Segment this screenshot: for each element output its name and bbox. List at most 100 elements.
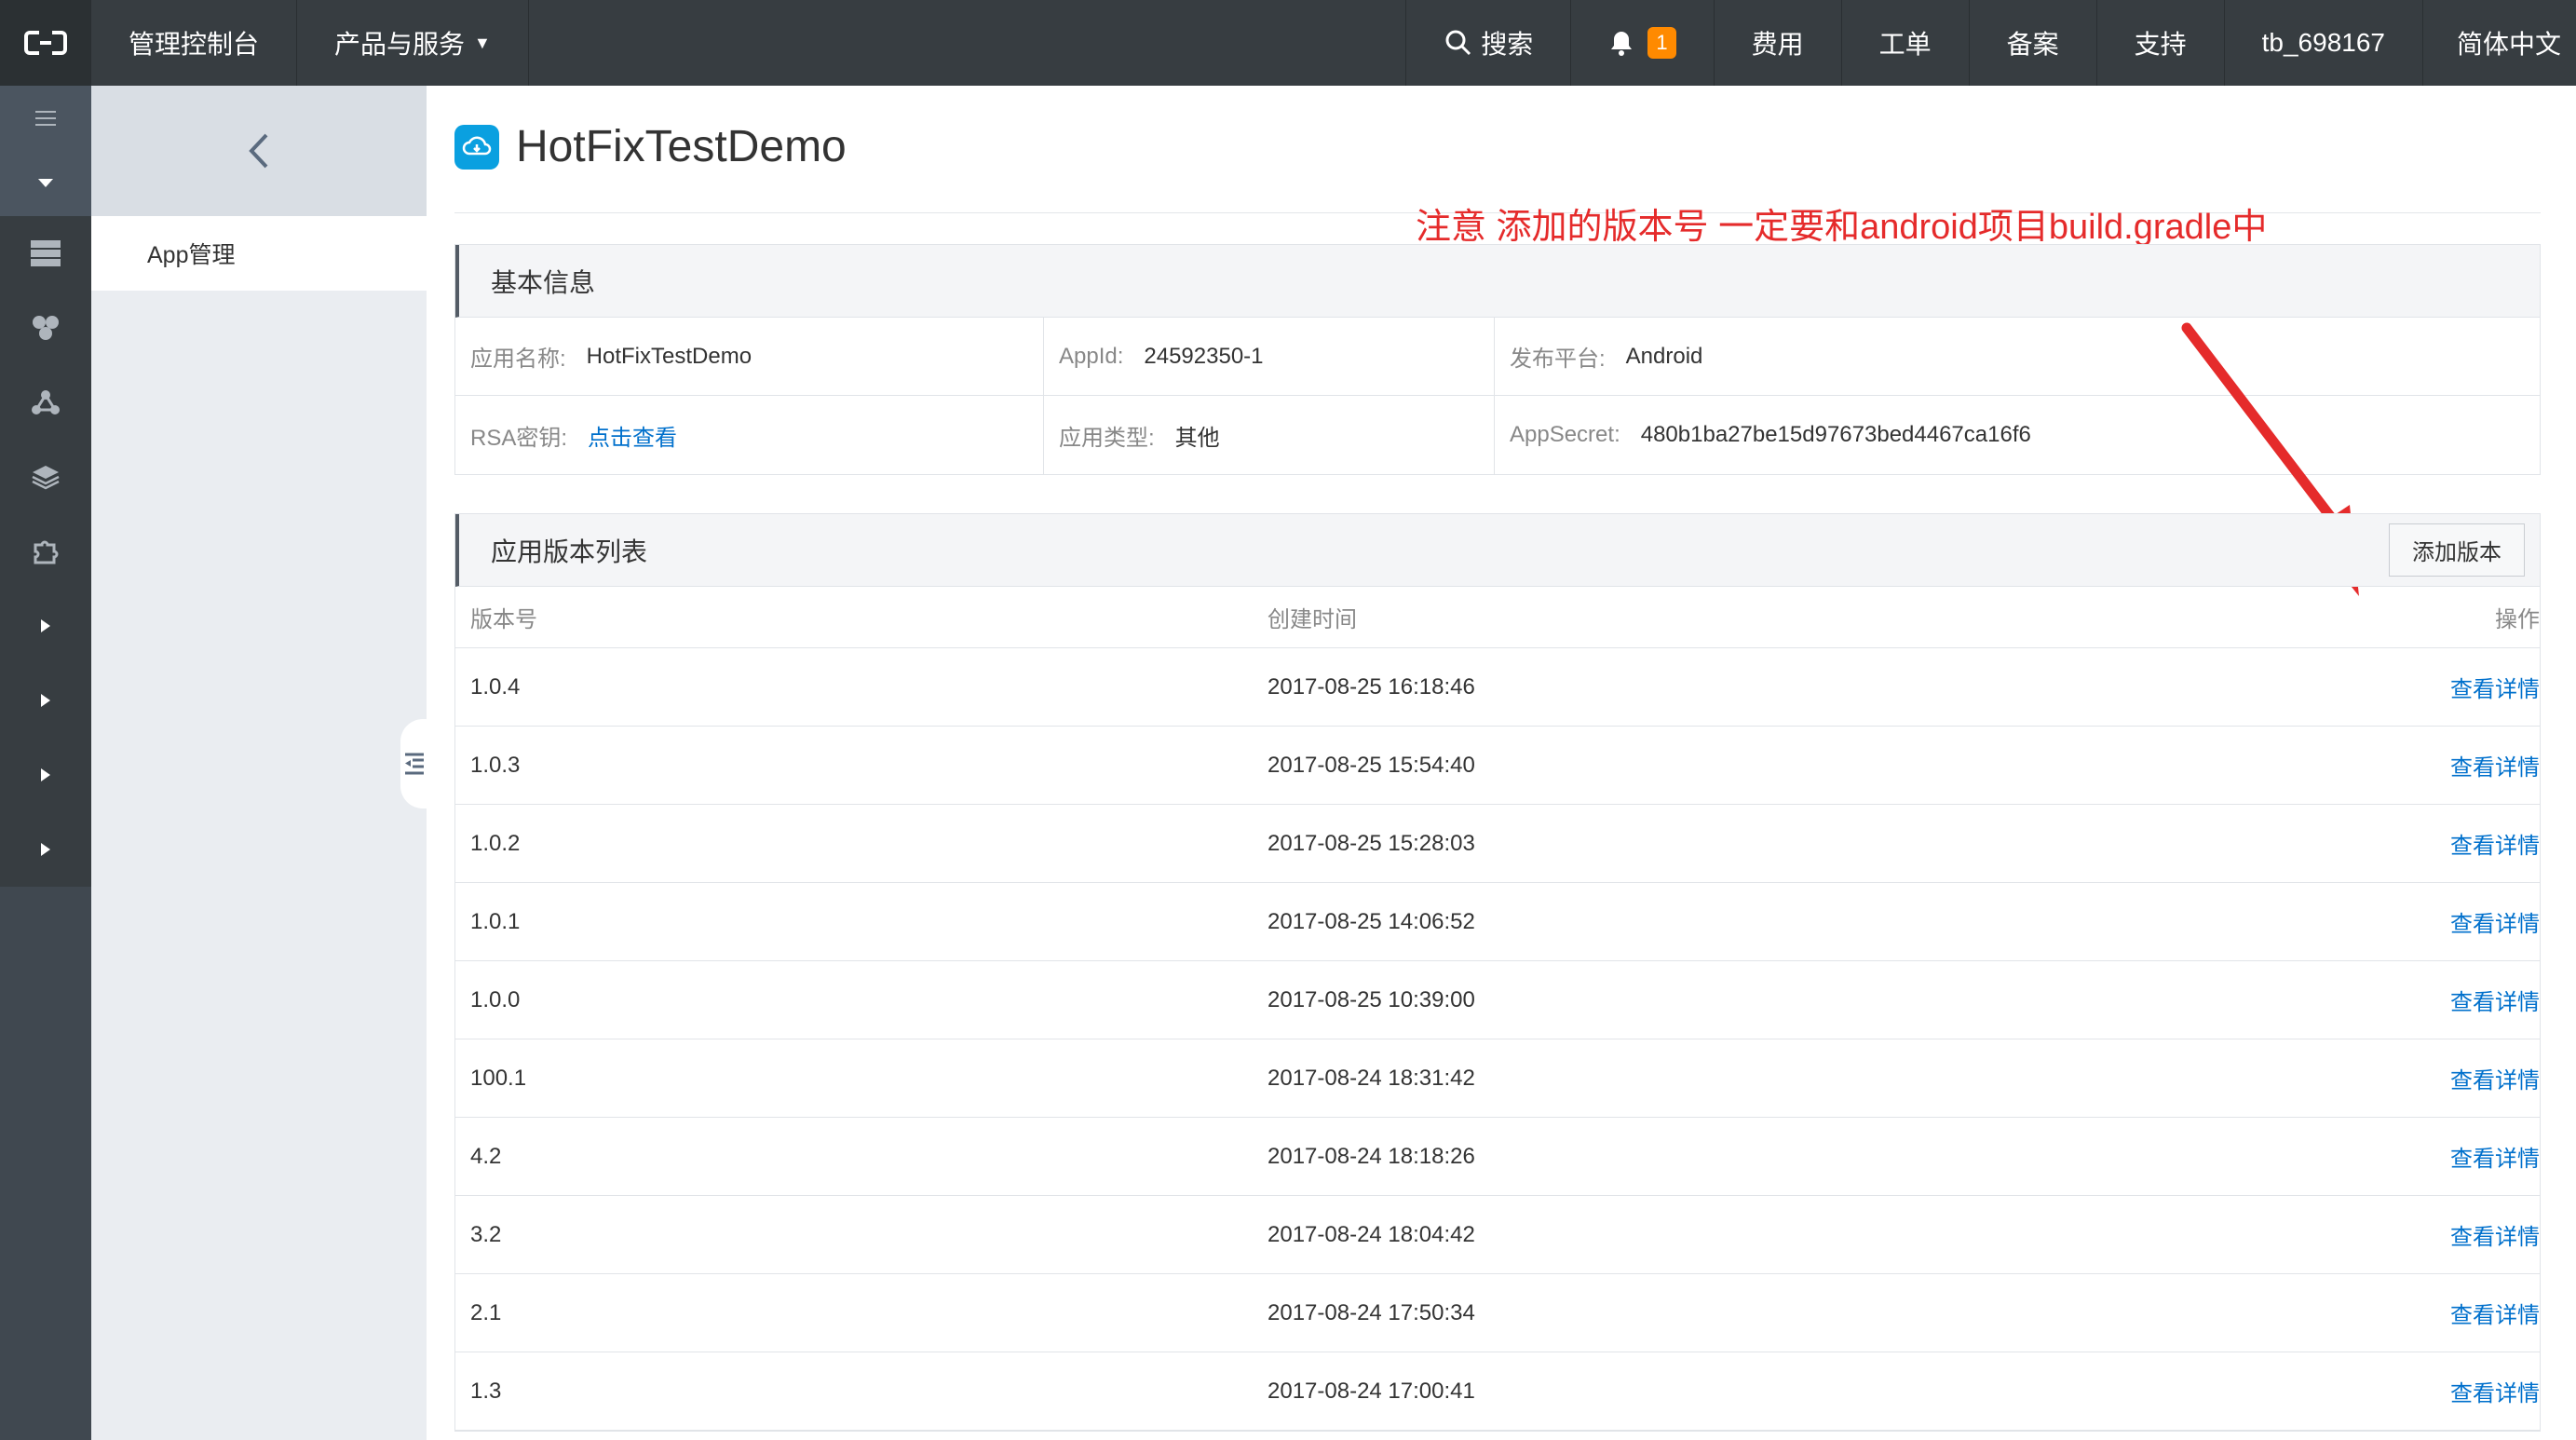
fees-label: 费用 xyxy=(1751,30,1804,59)
table-row: 1.0.2 2017-08-25 15:28:03 查看详情 xyxy=(455,805,2540,883)
products-menu[interactable]: 产品与服务 ▼ xyxy=(297,0,529,86)
support-label: 支持 xyxy=(2134,30,2187,59)
field-label: AppSecret: xyxy=(1510,422,1620,447)
created-cell: 2017-08-24 17:00:41 xyxy=(1268,1378,1475,1404)
rsa-cell: RSA密钥: 点击查看 xyxy=(455,396,1044,474)
secret-cell: AppSecret: 480b1ba27be15d97673bed4467ca16… xyxy=(1495,396,2540,474)
app-name-cell: 应用名称: HotFixTestDemo xyxy=(455,318,1044,396)
expand-arrow-icon[interactable] xyxy=(0,589,91,663)
version-cell: 1.0.1 xyxy=(470,908,521,934)
created-cell: 2017-08-25 15:28:03 xyxy=(1268,830,1475,856)
console-link[interactable]: 管理控制台 xyxy=(91,0,298,86)
column-header: 操作 xyxy=(2495,607,2540,632)
version-cell: 4.2 xyxy=(470,1143,502,1169)
column-header: 版本号 xyxy=(470,607,537,632)
puzzle-icon[interactable] xyxy=(0,514,91,589)
rail-product-icons xyxy=(0,216,91,887)
add-version-button[interactable]: 添加版本 xyxy=(2389,523,2525,577)
version-cell: 1.0.3 xyxy=(470,752,521,778)
user-label: tb_698167 xyxy=(2261,28,2385,57)
version-cell: 1.0.4 xyxy=(470,673,521,700)
view-details-link[interactable]: 查看详情 xyxy=(2199,1140,2555,1173)
table-row: 1.0.0 2017-08-25 10:39:00 查看详情 xyxy=(455,961,2540,1039)
view-details-link[interactable]: 查看详情 xyxy=(2199,1062,2555,1094)
view-details-link[interactable]: 查看详情 xyxy=(2199,905,2555,938)
field-value: HotFixTestDemo xyxy=(586,343,752,369)
field-label: AppId: xyxy=(1059,343,1124,369)
user-menu[interactable]: tb_698167 xyxy=(2225,0,2423,86)
view-details-link[interactable]: 查看详情 xyxy=(2199,827,2555,860)
menu-toggle-icon[interactable] xyxy=(0,86,91,151)
expand-arrow-icon[interactable] xyxy=(0,738,91,812)
field-value: 其他 xyxy=(1174,425,1220,451)
language-menu[interactable]: 简体中文 xyxy=(2423,0,2576,86)
network-icon[interactable] xyxy=(0,365,91,440)
view-details-link[interactable]: 查看详情 xyxy=(2199,1375,2555,1407)
panel-title: 基本信息 xyxy=(491,267,596,297)
version-cell: 2.1 xyxy=(470,1299,502,1325)
expand-arrow-icon[interactable] xyxy=(0,663,91,738)
table-row: 1.3 2017-08-24 17:00:41 查看详情 xyxy=(455,1352,2540,1431)
view-details-link[interactable]: 查看详情 xyxy=(2199,1218,2555,1251)
collapse-icon xyxy=(405,753,424,775)
created-cell: 2017-08-24 18:31:42 xyxy=(1268,1065,1475,1091)
versions-header: 应用版本列表 添加版本 xyxy=(455,514,2540,587)
view-details-link[interactable]: 查看详情 xyxy=(2199,671,2555,703)
search-icon xyxy=(1445,30,1471,56)
tickets-link[interactable]: 工单 xyxy=(1842,0,1970,86)
layers-icon[interactable] xyxy=(0,440,91,514)
field-value: Android xyxy=(1625,343,1703,369)
appid-cell: AppId: 24592350-1 xyxy=(1044,318,1495,396)
cluster-icon[interactable] xyxy=(0,291,91,365)
search-label: 搜索 xyxy=(1481,30,1534,59)
sub-navigation: App管理 xyxy=(91,86,427,1440)
view-details-link[interactable]: 查看详情 xyxy=(2199,984,2555,1016)
created-cell: 2017-08-25 10:39:00 xyxy=(1268,986,1475,1012)
rail-top xyxy=(0,86,91,216)
table-row: 100.1 2017-08-24 18:31:42 查看详情 xyxy=(455,1039,2540,1118)
chevron-down-icon: ▼ xyxy=(474,33,491,52)
language-label: 简体中文 xyxy=(2456,30,2561,59)
view-details-link[interactable]: 查看详情 xyxy=(2199,749,2555,781)
basic-info-header: 基本信息 xyxy=(455,245,2540,318)
expand-arrow-icon[interactable] xyxy=(0,812,91,887)
server-icon[interactable] xyxy=(0,216,91,291)
field-label: 发布平台: xyxy=(1510,346,1606,372)
table-row: 1.0.1 2017-08-25 14:06:52 查看详情 xyxy=(455,883,2540,961)
field-value: 24592350-1 xyxy=(1144,343,1264,369)
table-row: 1.0.4 2017-08-25 16:18:46 查看详情 xyxy=(455,648,2540,727)
created-cell: 2017-08-24 18:18:26 xyxy=(1268,1143,1475,1169)
fees-link[interactable]: 费用 xyxy=(1715,0,1842,86)
icp-link[interactable]: 备案 xyxy=(1970,0,2097,86)
version-cell: 1.0.2 xyxy=(470,830,521,856)
aliyun-logo[interactable] xyxy=(0,0,91,86)
page-header: HotFixTestDemo xyxy=(454,121,847,172)
type-cell: 应用类型: 其他 xyxy=(1044,396,1495,474)
notification-button[interactable]: 1 xyxy=(1571,0,1715,86)
icon-rail xyxy=(0,86,91,1440)
sidebar-item-app-management[interactable]: App管理 xyxy=(91,216,427,291)
support-link[interactable]: 支持 xyxy=(2097,0,2225,86)
version-cell: 1.3 xyxy=(470,1378,502,1404)
view-rsa-link[interactable]: 点击查看 xyxy=(588,419,677,452)
table-row: 3.2 2017-08-24 18:04:42 查看详情 xyxy=(455,1196,2540,1274)
panel-title: 应用版本列表 xyxy=(491,537,648,566)
top-navbar: 管理控制台 产品与服务 ▼ 搜索 1 费用 工单 备案 支持 tb_698167 … xyxy=(0,0,2576,86)
chevron-left-icon xyxy=(249,133,268,169)
back-button[interactable] xyxy=(91,86,427,216)
table-row: 4.2 2017-08-24 18:18:26 查看详情 xyxy=(455,1118,2540,1196)
created-cell: 2017-08-24 17:50:34 xyxy=(1268,1299,1475,1325)
table-header: 版本号 创建时间 操作 xyxy=(455,587,2540,648)
main-content: HotFixTestDemo 注意 添加的版本号 一定要和android项目bu… xyxy=(427,86,2576,1440)
field-label: 应用类型: xyxy=(1059,425,1155,451)
topbar-spacer xyxy=(529,0,1407,86)
created-cell: 2017-08-25 14:06:52 xyxy=(1268,908,1475,934)
search-button[interactable]: 搜索 xyxy=(1406,0,1572,86)
created-cell: 2017-08-25 15:54:40 xyxy=(1268,752,1475,778)
field-label: RSA密钥: xyxy=(470,425,568,451)
caret-down-icon[interactable] xyxy=(0,151,91,216)
collapse-sidebar-button[interactable] xyxy=(400,719,428,808)
view-details-link[interactable]: 查看详情 xyxy=(2199,1297,2555,1329)
tickets-label: 工单 xyxy=(1878,30,1932,59)
versions-panel: 应用版本列表 添加版本 版本号 创建时间 操作 1.0.4 2017-08-25 … xyxy=(454,513,2541,1432)
